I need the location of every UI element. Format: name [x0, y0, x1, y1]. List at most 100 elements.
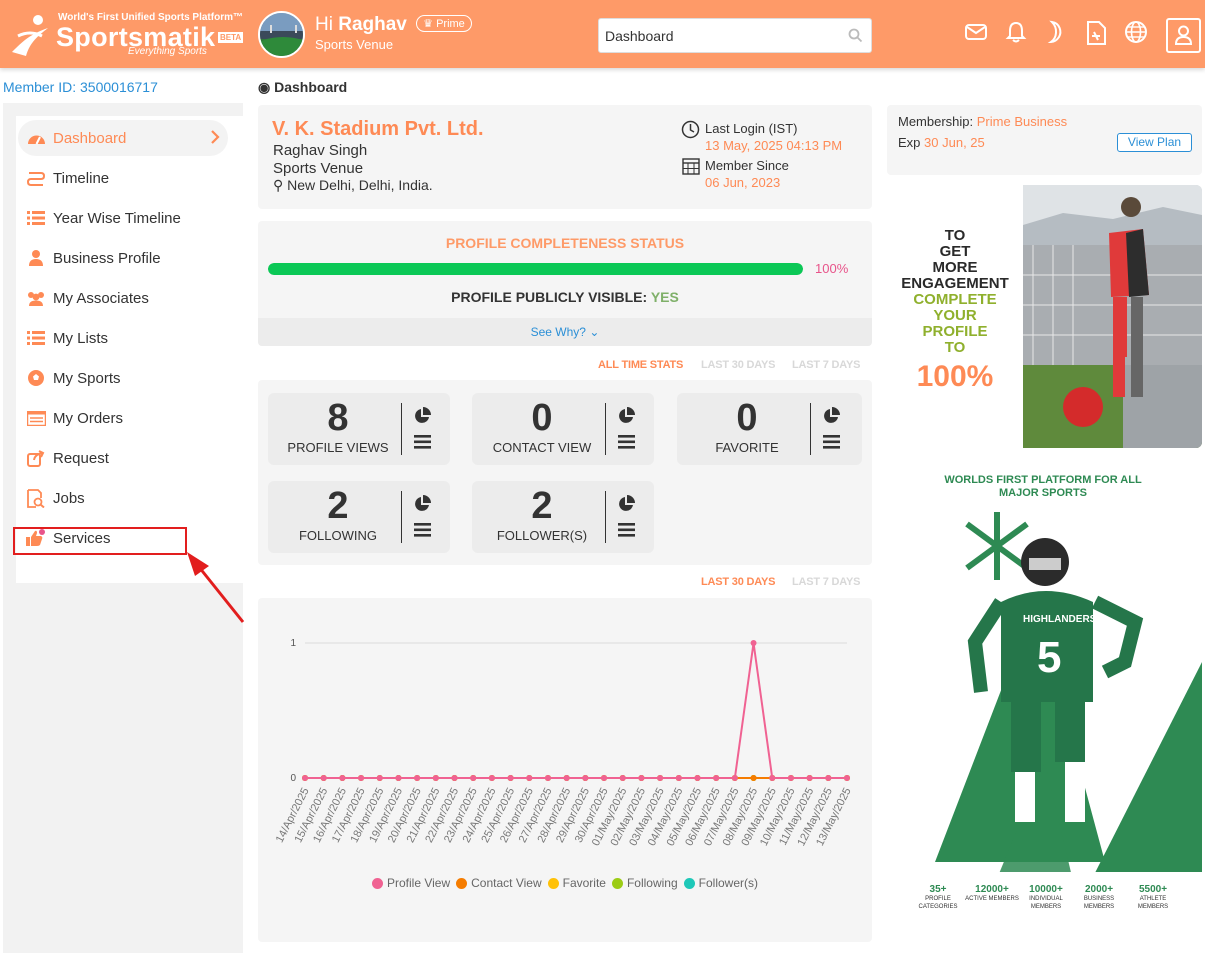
expiry-date: 30 Jun, 25 — [924, 135, 985, 150]
sidebar-item-my-lists[interactable]: My Lists — [18, 320, 228, 356]
sidebar-item-label: Business Profile — [53, 249, 161, 267]
legend-item[interactable]: Following — [611, 876, 678, 890]
user-type: Sports Venue — [315, 37, 394, 52]
stat-following[interactable]: 2 FOLLOWING — [268, 481, 450, 553]
sidebar-item-my-associates[interactable]: My Associates — [18, 280, 228, 316]
data-point — [395, 775, 402, 781]
avatar[interactable] — [258, 11, 305, 58]
sidebar-item-timeline[interactable]: Timeline — [18, 160, 228, 196]
sidebar-item-request[interactable]: Request — [18, 440, 228, 476]
stat-followers[interactable]: 2 FOLLOWER(S) — [472, 481, 654, 553]
search-input[interactable] — [599, 19, 839, 52]
data-point — [526, 775, 533, 781]
sidebar-item-business-profile[interactable]: Business Profile — [18, 240, 228, 276]
menu-icon[interactable] — [414, 523, 431, 537]
visibility-label: PROFILE PUBLICLY VISIBLE: — [451, 289, 648, 305]
dashboard-icon — [26, 128, 46, 148]
mail-icon[interactable] — [964, 20, 988, 44]
person-icon — [26, 248, 46, 268]
stat-label: FAVORITE — [715, 440, 779, 455]
membership-plan: Prime Business — [976, 114, 1068, 129]
tab-all-time-stats[interactable]: ALL TIME STATS — [598, 359, 683, 371]
stat-label: CONTACT VIEW — [492, 440, 592, 455]
bell-icon[interactable] — [1005, 20, 1027, 44]
data-point — [339, 775, 346, 781]
ad-stat-number: 5500+ — [1138, 884, 1168, 895]
data-point — [470, 775, 477, 781]
pie-chart-icon[interactable] — [617, 407, 635, 425]
legend-swatch — [611, 877, 623, 889]
stat-profile-views[interactable]: 8 PROFILE VIEWS — [268, 393, 450, 465]
globe-icon[interactable] — [1124, 20, 1148, 44]
stat-divider — [810, 403, 811, 455]
ad-stat-number: 12000+ — [975, 884, 1009, 895]
pie-chart-icon[interactable] — [822, 407, 840, 425]
stat-divider — [605, 491, 606, 543]
breadcrumb: ◉ Dashboard — [258, 79, 347, 96]
ad-stat: 35+ PROFILE CATEGORIES — [911, 884, 965, 911]
last-login-value: 13 May, 2025 04:13 PM — [705, 138, 843, 153]
legend-swatch — [371, 877, 383, 889]
menu-icon[interactable] — [823, 435, 840, 449]
menu-icon[interactable] — [414, 435, 431, 449]
progress-bar-fill — [268, 263, 803, 275]
legend-item[interactable]: Follower(s) — [683, 876, 758, 890]
sidebar-item-my-sports[interactable]: My Sports — [18, 360, 228, 396]
stat-contact-view[interactable]: 0 CONTACT VIEW — [472, 393, 654, 465]
series-line — [305, 642, 847, 779]
ball-icon — [26, 368, 46, 388]
sidebar-item-jobs[interactable]: Jobs — [18, 480, 228, 516]
data-point — [451, 775, 458, 781]
stat-favorite[interactable]: 0 FAVORITE — [677, 393, 862, 465]
clock-icon — [681, 120, 700, 139]
chart-tab-last-7-days[interactable]: LAST 7 DAYS — [792, 576, 861, 588]
orders-icon — [26, 408, 46, 428]
promo-line: ENGAGEMENT — [901, 275, 1009, 292]
timeline-icon — [26, 168, 46, 188]
venue-location-text: New Delhi, Delhi, India. — [287, 177, 433, 193]
contact-person: Raghav Singh — [273, 142, 368, 159]
tab-last-7-days[interactable]: LAST 7 DAYS — [792, 359, 861, 371]
pie-chart-icon[interactable] — [413, 495, 431, 513]
member-id: Member ID: 3500016717 — [3, 79, 158, 95]
menu-icon[interactable] — [618, 435, 635, 449]
legend-item[interactable]: Favorite — [547, 876, 606, 890]
moon-icon[interactable] — [1046, 20, 1066, 44]
see-why-link[interactable]: See Why? ⌄ — [258, 325, 872, 339]
sidebar-item-dashboard[interactable]: Dashboard — [18, 120, 228, 156]
platform-ad-banner[interactable]: 5 HIGHLANDERS — [915, 462, 1202, 939]
user-menu-button[interactable] — [1166, 18, 1201, 53]
menu-icon[interactable] — [618, 523, 635, 537]
activity-line-chart: 0114/Apr/202515/Apr/202516/Apr/202517/Ap… — [274, 638, 854, 848]
visibility-status: PROFILE PUBLICLY VISIBLE: YES — [258, 289, 872, 305]
venue-location: ⚲ New Delhi, Delhi, India. — [273, 177, 433, 194]
legend-label: Profile View — [386, 876, 451, 890]
data-point — [358, 775, 365, 781]
ad-stat-number: 35+ — [929, 884, 947, 895]
search-icon[interactable] — [848, 28, 863, 43]
sidebar-item-label: My Sports — [53, 369, 121, 387]
venue-name[interactable]: V. K. Stadium Pvt. Ltd. — [272, 118, 484, 141]
ad-stat-number: 10000+ — [1029, 884, 1063, 895]
completeness-title: PROFILE COMPLETENESS STATUS — [445, 235, 685, 251]
chart-tab-last-30-days[interactable]: LAST 30 DAYS — [701, 576, 775, 588]
sidebar-item-my-orders[interactable]: My Orders — [18, 400, 228, 436]
promo-line: MORE — [932, 259, 978, 276]
sidebar-item-label: Jobs — [53, 489, 85, 507]
ad-stat-label: INDIVIDUAL MEMBERS — [1029, 896, 1063, 910]
document-icon[interactable] — [1085, 20, 1107, 46]
sportsmatik-logo[interactable]: World's First Unified Sports Platform™ S… — [8, 10, 248, 60]
sidebar-item-year-wise-timeline[interactable]: Year Wise Timeline — [18, 200, 228, 236]
promo-line: YOUR — [933, 307, 977, 324]
data-point — [302, 775, 308, 781]
y-tick-label: 0 — [290, 773, 296, 784]
promo-line: TO — [944, 227, 966, 244]
pie-chart-icon[interactable] — [413, 407, 431, 425]
user-icon — [1174, 25, 1193, 45]
view-plan-button[interactable]: View Plan — [1117, 133, 1192, 152]
legend-item[interactable]: Contact View — [456, 876, 542, 890]
legend-item[interactable]: Profile View — [371, 876, 451, 890]
pie-chart-icon[interactable] — [617, 495, 635, 513]
data-point — [787, 775, 794, 781]
tab-last-30-days[interactable]: LAST 30 DAYS — [701, 359, 775, 371]
